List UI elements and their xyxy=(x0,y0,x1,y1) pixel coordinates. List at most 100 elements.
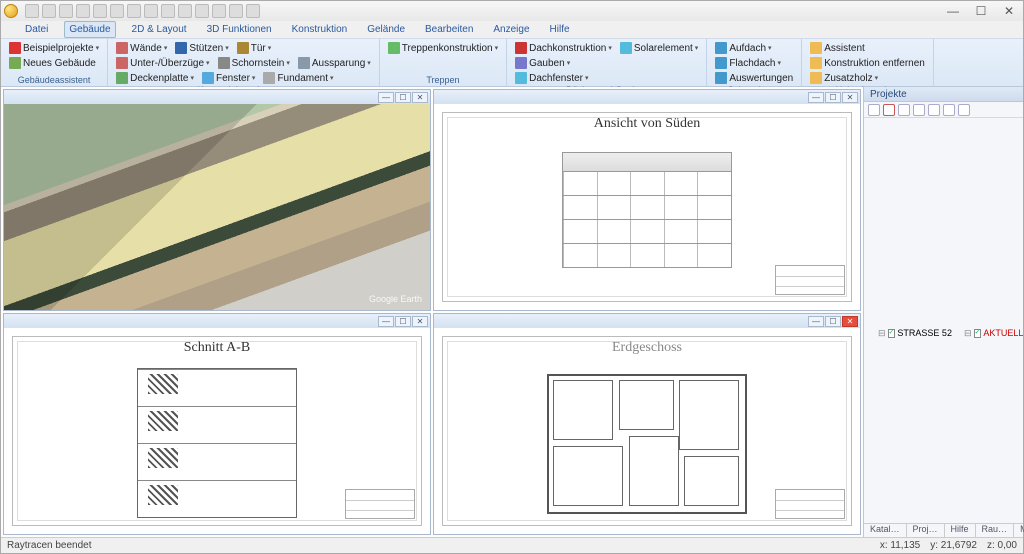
menu-bearbeiten[interactable]: Bearbeiten xyxy=(421,22,477,37)
ribbon-konstruktion-entfernen[interactable]: Konstruktion entfernen xyxy=(808,56,927,70)
chevron-down-icon: ▾ xyxy=(567,59,571,67)
qat-icon[interactable] xyxy=(246,4,260,18)
ribbon-auswertungen[interactable]: Auswertungen xyxy=(713,71,795,85)
panel-tab[interactable]: Rau… xyxy=(976,524,1015,537)
menu--d-layout[interactable]: 2D & Layout xyxy=(128,22,191,37)
pane-min-icon[interactable]: — xyxy=(808,316,824,327)
chevron-down-icon: ▾ xyxy=(495,44,499,52)
titleblock xyxy=(775,265,845,295)
ribbon-assistent[interactable]: Assistent xyxy=(808,41,867,55)
ribbon-label: Gauben xyxy=(529,58,565,69)
ribbon-t-r[interactable]: Tür▾ xyxy=(235,41,274,55)
panel-tab[interactable]: Katal… xyxy=(864,524,907,537)
qat-icon[interactable] xyxy=(212,4,226,18)
viewport-floorplan: —☐✕ Erdgeschoss xyxy=(433,313,861,535)
pane-max-icon[interactable]: ☐ xyxy=(395,92,411,103)
ribbon-icon xyxy=(218,57,230,69)
ribbon-beispielprojekte[interactable]: Beispielprojekte▾ xyxy=(7,41,101,55)
qat-icon[interactable] xyxy=(42,4,56,18)
chevron-down-icon: ▾ xyxy=(330,74,334,82)
qat-icon[interactable] xyxy=(127,4,141,18)
qat-icon[interactable] xyxy=(59,4,73,18)
ribbon-fundament[interactable]: Fundament▾ xyxy=(261,71,335,85)
panel-tab[interactable]: Mass… xyxy=(1014,524,1024,537)
pane-close-icon[interactable]: ✕ xyxy=(412,92,428,103)
ribbon-w-nde[interactable]: Wände▾ xyxy=(114,41,169,55)
menu-geb-ude[interactable]: Gebäude xyxy=(64,21,115,38)
chevron-down-icon: ▾ xyxy=(252,74,256,82)
pane-max-icon[interactable]: ☐ xyxy=(825,92,841,103)
project-tree[interactable]: ⊟✓STRASSE 52⊟✓AKTUELL⊟✓Kellergeschoss✓Gr… xyxy=(864,118,1023,523)
pane-min-icon[interactable]: — xyxy=(378,92,394,103)
quick-access-toolbar xyxy=(25,4,260,18)
chevron-down-icon: ▾ xyxy=(777,59,781,67)
ribbon-label: Zusatzholz xyxy=(824,73,872,84)
viewport-elevation: —☐✕ Ansicht von Süden xyxy=(433,89,861,311)
panel-tab[interactable]: Hilfe xyxy=(945,524,976,537)
ribbon-aufdach[interactable]: Aufdach▾ xyxy=(713,41,773,55)
toolbar-icon[interactable] xyxy=(928,104,940,116)
menu--d-funktionen[interactable]: 3D Funktionen xyxy=(203,22,276,37)
tree-root[interactable]: STRASSE 52 xyxy=(897,328,952,339)
pane-close-icon[interactable]: ✕ xyxy=(842,316,858,327)
close-button[interactable]: ✕ xyxy=(995,3,1023,19)
qat-icon[interactable] xyxy=(76,4,90,18)
chevron-down-icon: ▾ xyxy=(225,44,229,52)
ribbon-neues-geb-ude[interactable]: Neues Gebäude xyxy=(7,56,98,70)
pane-max-icon[interactable]: ☐ xyxy=(825,316,841,327)
toolbar-icon[interactable] xyxy=(913,104,925,116)
menu-hilfe[interactable]: Hilfe xyxy=(546,22,574,37)
ribbon-schornstein[interactable]: Schornstein▾ xyxy=(216,56,292,70)
qat-icon[interactable] xyxy=(144,4,158,18)
pane-min-icon[interactable]: — xyxy=(378,316,394,327)
ribbon-treppenkonstruktion[interactable]: Treppenkonstruktion▾ xyxy=(386,41,500,55)
ribbon-label: Aufdach xyxy=(729,43,766,54)
ribbon-fenster[interactable]: Fenster▾ xyxy=(200,71,257,85)
panel-tab[interactable]: Proj… xyxy=(907,524,945,537)
toolbar-icon[interactable] xyxy=(943,104,955,116)
ribbon-zusatzholz[interactable]: Zusatzholz▾ xyxy=(808,71,880,85)
qat-icon[interactable] xyxy=(195,4,209,18)
viewport-3d: —☐✕ xyxy=(3,89,431,311)
ribbon-aussparung[interactable]: Aussparung▾ xyxy=(296,56,373,70)
ribbon-icon xyxy=(515,42,527,54)
pane-max-icon[interactable]: ☐ xyxy=(395,316,411,327)
qat-icon[interactable] xyxy=(178,4,192,18)
qat-icon[interactable] xyxy=(110,4,124,18)
ribbon-dachfenster[interactable]: Dachfenster▾ xyxy=(513,71,590,85)
ribbon-solarelement[interactable]: Solarelement▾ xyxy=(618,41,700,55)
qat-icon[interactable] xyxy=(93,4,107,18)
menu-datei[interactable]: Datei xyxy=(21,22,52,37)
render-3d[interactable] xyxy=(4,104,430,310)
maximize-button[interactable]: ☐ xyxy=(967,3,995,19)
panel-toolbar xyxy=(864,102,1023,118)
elevation-drawing[interactable] xyxy=(562,152,732,282)
ribbon-label: Aussparung xyxy=(312,58,365,69)
toolbar-icon[interactable] xyxy=(898,104,910,116)
pane-close-icon[interactable]: ✕ xyxy=(842,92,858,103)
ribbon-unter-berz-ge[interactable]: Unter-/Überzüge▾ xyxy=(114,56,211,70)
ribbon-flachdach[interactable]: Flachdach▾ xyxy=(713,56,783,70)
floorplan-drawing[interactable] xyxy=(547,374,747,514)
toolbar-icon[interactable] xyxy=(868,104,880,116)
ribbon-gauben[interactable]: Gauben▾ xyxy=(513,56,572,70)
ribbon-icon xyxy=(810,57,822,69)
tree-aktuell[interactable]: AKTUELL xyxy=(983,328,1023,339)
qat-icon[interactable] xyxy=(25,4,39,18)
toolbar-icon[interactable] xyxy=(883,104,895,116)
ribbon-st-tzen[interactable]: Stützen▾ xyxy=(173,41,230,55)
toolbar-icon[interactable] xyxy=(958,104,970,116)
section-drawing[interactable] xyxy=(137,368,297,518)
menu-gel-nde[interactable]: Gelände xyxy=(363,22,409,37)
pane-close-icon[interactable]: ✕ xyxy=(412,316,428,327)
menu-konstruktion[interactable]: Konstruktion xyxy=(288,22,352,37)
pane-min-icon[interactable]: — xyxy=(808,92,824,103)
ribbon-label: Assistent xyxy=(824,43,865,54)
ribbon-deckenplatte[interactable]: Deckenplatte▾ xyxy=(114,71,196,85)
qat-icon[interactable] xyxy=(229,4,243,18)
minimize-button[interactable]: — xyxy=(939,3,967,19)
ribbon-dachkonstruktion[interactable]: Dachkonstruktion▾ xyxy=(513,41,614,55)
menu-anzeige[interactable]: Anzeige xyxy=(489,22,533,37)
ribbon-icon xyxy=(810,42,822,54)
qat-icon[interactable] xyxy=(161,4,175,18)
